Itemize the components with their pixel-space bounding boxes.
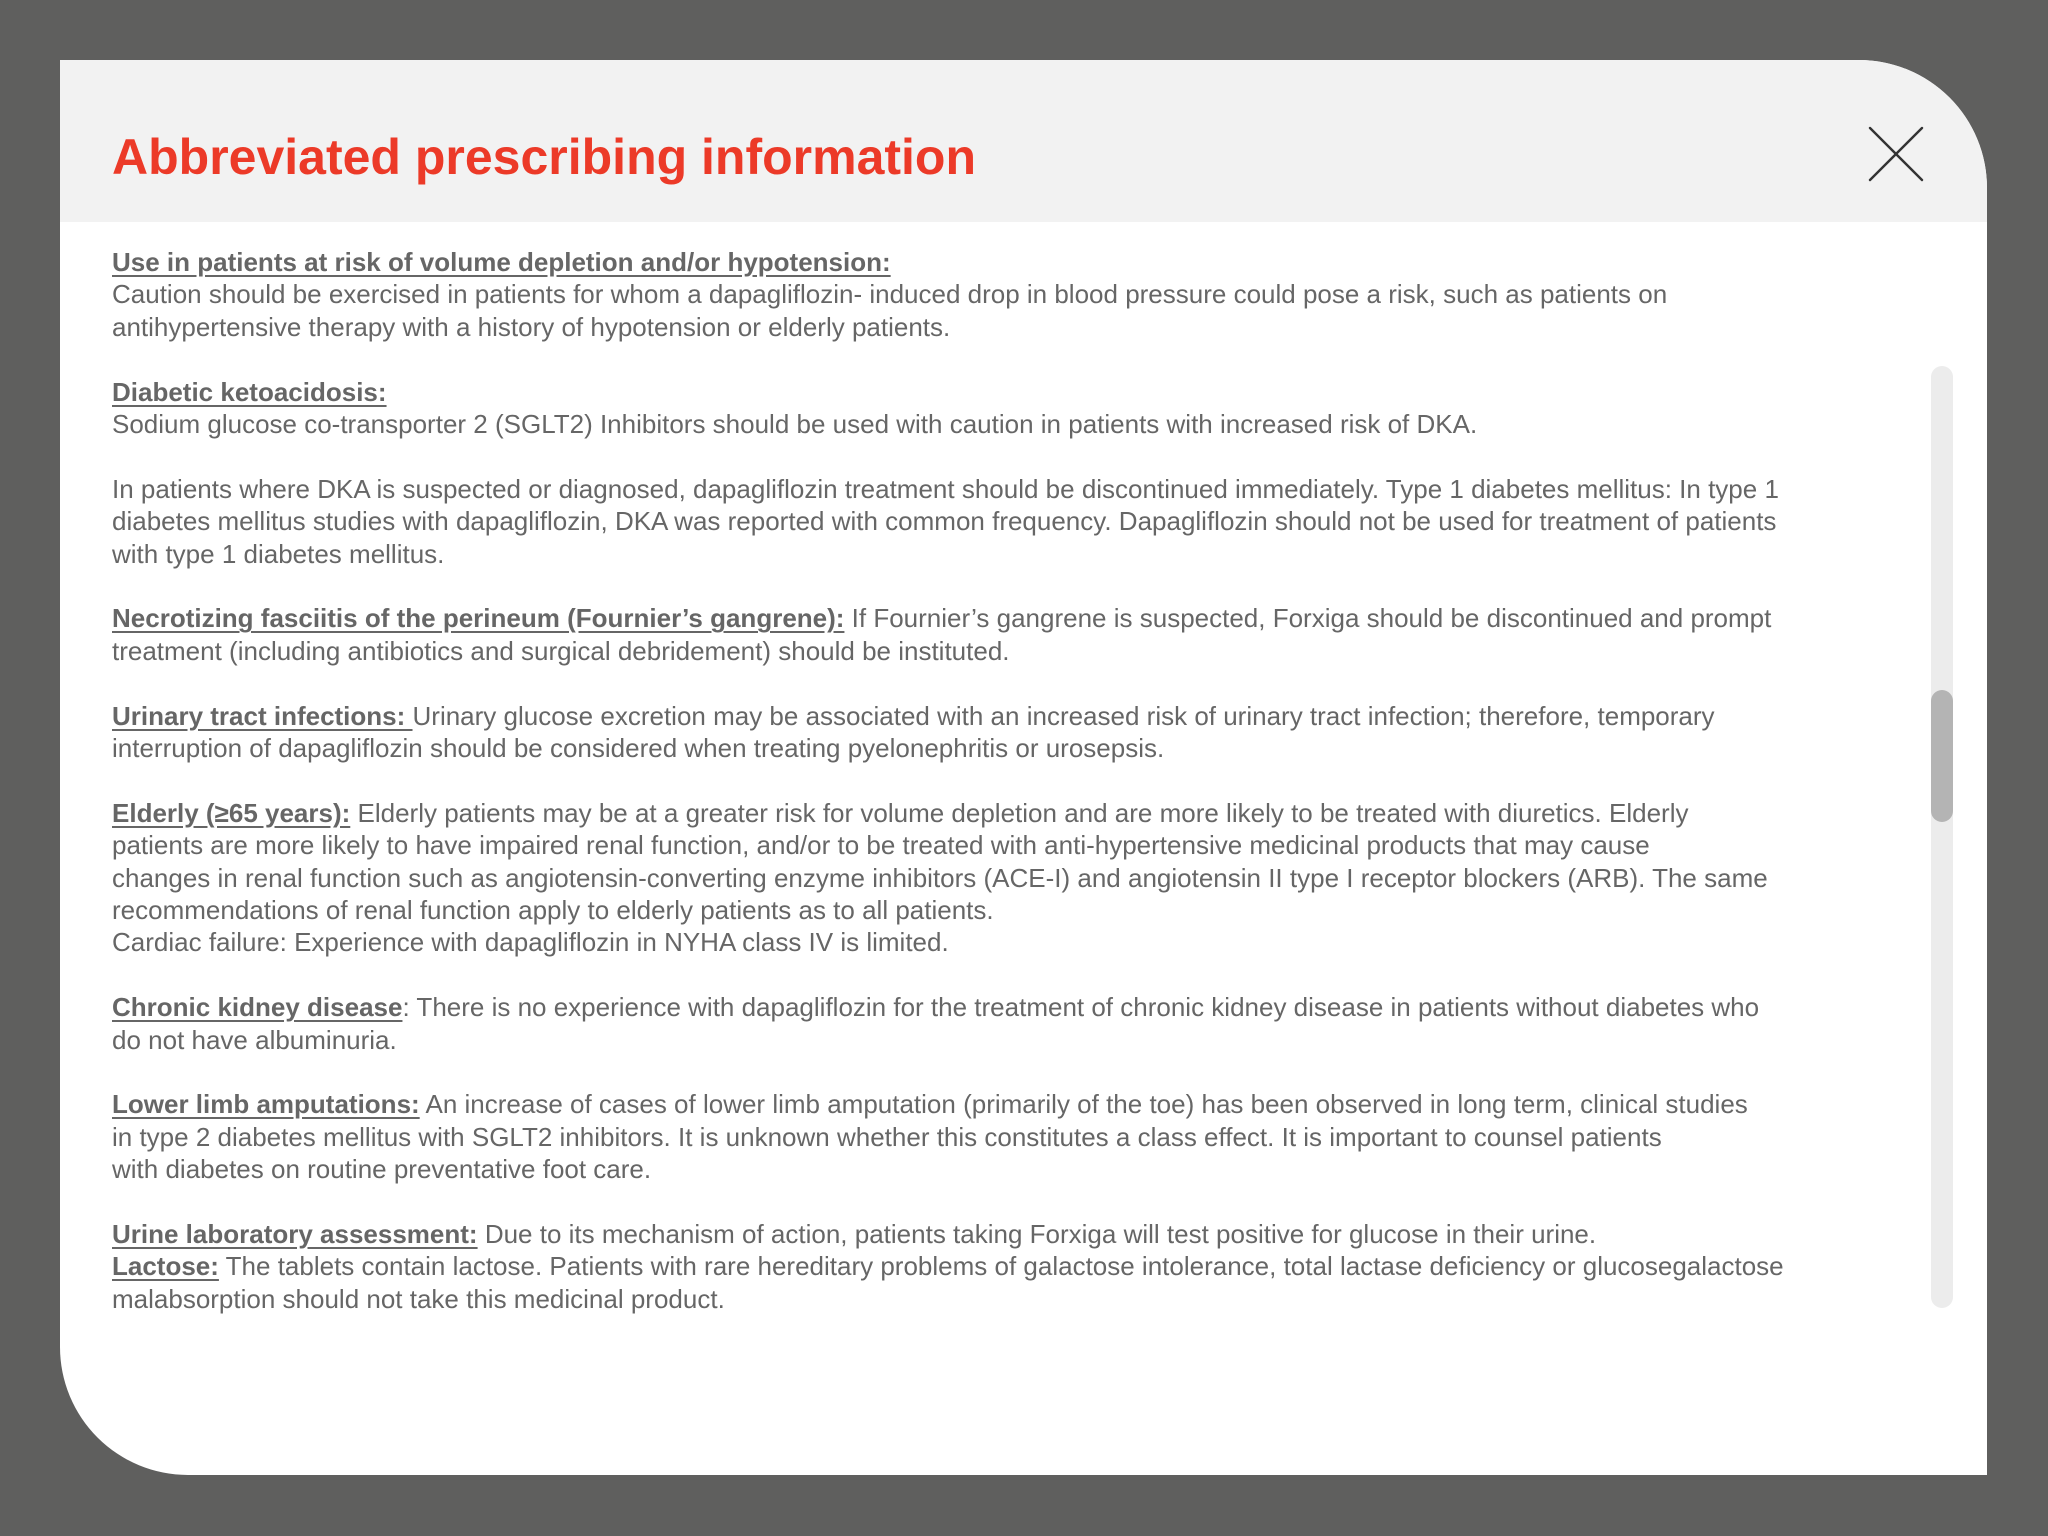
section-text: In patients where DKA is suspected or di… bbox=[112, 473, 1779, 504]
section-text: Urinary glucose excretion may be associa… bbox=[412, 700, 1715, 731]
section-heading: Use in patients at risk of volume deplet… bbox=[112, 247, 891, 277]
section-text: changes in renal function such as angiot… bbox=[112, 862, 1768, 893]
section-text: Due to its mechanism of action, patients… bbox=[477, 1219, 1597, 1250]
section-text: An increase of cases of lower limb amput… bbox=[419, 1089, 1748, 1120]
section-heading: Elderly (≥65 years): bbox=[112, 797, 351, 828]
close-icon bbox=[1868, 126, 1924, 182]
section-text: Sodium glucose co-transporter 2 (SGLT2) … bbox=[112, 409, 1478, 440]
section-dka-details: In patients where DKA is suspected or di… bbox=[112, 473, 1942, 570]
section-heading: Chronic kidney disease bbox=[112, 992, 403, 1023]
section-text: antihypertensive therapy with a history … bbox=[112, 311, 951, 342]
modal-content-scroll-area[interactable]: Use in patients at risk of volume deplet… bbox=[112, 246, 1942, 1356]
section-text: recommendations of renal function apply … bbox=[112, 895, 994, 926]
section-text: Cardiac failure: Experience with dapagli… bbox=[112, 927, 949, 958]
section-text: diabetes mellitus studies with dapaglifl… bbox=[112, 506, 1777, 537]
section-text: If Fournier’s gangrene is suspected, For… bbox=[844, 603, 1772, 634]
section-text: malabsorption should not take this medic… bbox=[112, 1283, 725, 1314]
section-text: The tablets contain lactose. Patients wi… bbox=[218, 1251, 1784, 1282]
section-text: treatment (including antibiotics and sur… bbox=[112, 635, 1010, 666]
section-volume-depletion: Use in patients at risk of volume deplet… bbox=[112, 246, 1942, 343]
section-heading: Lower limb amputations: bbox=[112, 1089, 420, 1120]
section-heading: Urinary tract infections: bbox=[112, 700, 413, 731]
modal-title: Abbreviated prescribing information bbox=[112, 129, 977, 185]
section-urine-laboratory-assessment: Urine laboratory assessment: Due to its … bbox=[112, 1218, 1942, 1250]
section-text: interruption of dapagliflozin should be … bbox=[112, 733, 1165, 764]
section-heading: Urine laboratory assessment: bbox=[112, 1219, 478, 1250]
section-text: patients are more likely to have impaire… bbox=[112, 830, 1650, 861]
section-text: with diabetes on routine preventative fo… bbox=[112, 1154, 652, 1185]
section-lactose: Lactose: The tablets contain lactose. Pa… bbox=[112, 1250, 1942, 1315]
close-button[interactable] bbox=[1860, 118, 1932, 190]
section-lower-limb-amputations: Lower limb amputations: An increase of c… bbox=[112, 1088, 1942, 1185]
section-text: : There is no experience with dapagliflo… bbox=[402, 992, 1760, 1023]
section-diabetic-ketoacidosis: Diabetic ketoacidosis: Sodium glucose co… bbox=[112, 376, 1942, 441]
section-elderly: Elderly (≥65 years): Elderly patients ma… bbox=[112, 797, 1942, 959]
section-chronic-kidney-disease: Chronic kidney disease: There is no expe… bbox=[112, 991, 1942, 1056]
section-text: with type 1 diabetes mellitus. bbox=[112, 538, 445, 569]
section-heading: Lactose: bbox=[112, 1251, 219, 1282]
section-text: in type 2 diabetes mellitus with SGLT2 i… bbox=[112, 1121, 1662, 1152]
section-text: do not have albuminuria. bbox=[112, 1024, 397, 1055]
section-fourniers-gangrene: Necrotizing fasciitis of the perineum (F… bbox=[112, 602, 1942, 667]
section-heading: Diabetic ketoacidosis: bbox=[112, 376, 387, 407]
scrollbar-track[interactable] bbox=[1931, 366, 1953, 1308]
modal-header: Abbreviated prescribing information bbox=[60, 60, 1987, 222]
scrollbar-thumb[interactable] bbox=[1931, 690, 1953, 822]
section-text: Caution should be exercised in patients … bbox=[112, 279, 1668, 310]
prescribing-info-modal: Abbreviated prescribing information Use … bbox=[60, 60, 1987, 1475]
section-text: Elderly patients may be at a greater ris… bbox=[350, 797, 1689, 828]
section-urinary-tract-infections: Urinary tract infections: Urinary glucos… bbox=[112, 700, 1942, 765]
section-heading: Necrotizing fasciitis of the perineum (F… bbox=[112, 603, 845, 634]
